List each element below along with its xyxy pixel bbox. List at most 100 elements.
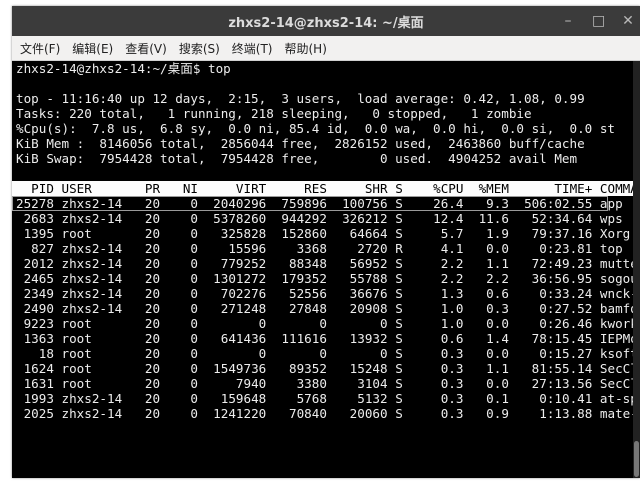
- cell-user: zhxs2-14: [53, 241, 130, 256]
- process-row: 9223 root 20 0 0 0 0 S 1.0 0.0 0:26.46 k…: [12, 316, 640, 331]
- cell-user: zhxs2-14: [53, 301, 130, 316]
- process-row: 18 root 20 0 0 0 0 S 0.3 0.0 0:15.27 kso…: [12, 346, 640, 361]
- cell-virt: 1301272: [198, 271, 267, 286]
- process-row: 1624 root 20 0 1549736 89352 15248 S 0.3…: [12, 361, 640, 376]
- header-virt: VIRT: [198, 181, 267, 196]
- cell-ni: 0: [160, 211, 199, 226]
- menu-terminal[interactable]: 终端(T): [232, 40, 273, 57]
- cell-time: 1:13.88: [508, 406, 593, 421]
- cell-s: S: [387, 331, 411, 346]
- cell-mem: 11.6: [463, 211, 509, 226]
- cell-res: 152860: [266, 226, 327, 241]
- cell-user: zhxs2-14: [53, 256, 130, 271]
- cell-pid: 9223: [16, 316, 54, 331]
- cell-pr: 20: [129, 331, 161, 346]
- menu-help[interactable]: 帮助(H): [285, 40, 327, 57]
- cell-time: 36:56.95: [508, 271, 593, 286]
- process-table: 25278 zhxs2-14 20 0 2040296 759896 10075…: [12, 196, 640, 421]
- cell-mem: 0.6: [463, 286, 509, 301]
- cell-pid: 2490: [16, 301, 54, 316]
- cell-virt: 325828: [198, 226, 267, 241]
- cell-user: root: [53, 346, 130, 361]
- cell-pr: 20: [129, 241, 161, 256]
- cell-s: S: [387, 361, 411, 376]
- cell-time: 0:15.27: [508, 346, 593, 361]
- scrollbar-thumb[interactable]: [634, 441, 639, 477]
- process-row: 827 zhxs2-14 20 0 15596 3368 2720 R 4.1 …: [12, 241, 640, 256]
- cell-s: S: [387, 406, 411, 421]
- menu-file[interactable]: 文件(F): [20, 40, 60, 57]
- cell-res: 0: [266, 316, 327, 331]
- cell-s: S: [387, 391, 411, 406]
- cell-res: 759896: [266, 196, 327, 211]
- cell-pid: 18: [16, 346, 54, 361]
- cell-shr: 3104: [326, 376, 388, 391]
- top-summary-mem: KiB Mem : 8146056 total, 2856044 free, 2…: [16, 136, 585, 151]
- cell-virt: 15596: [198, 241, 267, 256]
- cell-virt: 702276: [198, 286, 267, 301]
- cell-res: 944292: [266, 211, 327, 226]
- cell-pid: 1993: [16, 391, 54, 406]
- cell-cpu: 4.1: [410, 241, 464, 256]
- cell-cpu: 0.3: [410, 391, 464, 406]
- process-row: 25278 zhxs2-14 20 0 2040296 759896 10075…: [12, 196, 640, 211]
- cell-ni: 0: [160, 376, 199, 391]
- cell-shr: 13932: [326, 331, 388, 346]
- cell-mem: 0.9: [463, 406, 509, 421]
- cell-res: 179352: [266, 271, 327, 286]
- menu-view[interactable]: 查看(V): [125, 40, 167, 57]
- title-bar[interactable]: zhxs2-14@zhxs2-14: ~/桌面 – □ ✕: [12, 6, 640, 36]
- cell-pr: 20: [129, 226, 161, 241]
- cell-pr: 20: [129, 376, 161, 391]
- cell-pr: 20: [129, 256, 161, 271]
- process-row: 1395 root 20 0 325828 152860 64664 S 5.7…: [12, 226, 640, 241]
- cell-mem: 0.0: [463, 316, 509, 331]
- cell-user: zhxs2-14: [53, 271, 130, 286]
- cell-time: 0:10.41: [508, 391, 593, 406]
- cell-shr: 20060: [326, 406, 388, 421]
- cell-ni: 0: [160, 196, 199, 211]
- cell-virt: 0: [198, 346, 267, 361]
- cell-res: 5768: [266, 391, 327, 406]
- cell-virt: 2040296: [198, 196, 267, 211]
- cell-ni: 0: [160, 346, 199, 361]
- cell-shr: 64664: [326, 226, 388, 241]
- top-summary-swap: KiB Swap: 7954428 total, 7954428 free, 0…: [16, 151, 578, 166]
- cell-s: S: [387, 346, 411, 361]
- cell-user: zhxs2-14: [53, 196, 130, 211]
- cell-mem: 9.3: [463, 196, 509, 211]
- cell-virt: 641436: [198, 331, 267, 346]
- terminal-content[interactable]: zhxs2-14@zhxs2-14:~/桌面$ top top - 11:16:…: [12, 61, 640, 478]
- header-mem: %MEM: [463, 181, 509, 196]
- close-icon[interactable]: ✕: [622, 13, 634, 29]
- cell-time: 52:34.64: [508, 211, 593, 226]
- process-table-header: PID USER PR NI VIRT RES SHR S %CPU %MEM …: [12, 181, 640, 196]
- cell-pr: 20: [129, 196, 161, 211]
- cell-pid: 1624: [16, 361, 54, 376]
- cell-virt: 159648: [198, 391, 267, 406]
- cell-user: root: [53, 226, 130, 241]
- cell-s: S: [387, 256, 411, 271]
- cell-mem: 0.1: [463, 391, 509, 406]
- cell-s: S: [387, 301, 411, 316]
- cell-cpu: 0.3: [410, 406, 464, 421]
- cell-user: root: [53, 361, 130, 376]
- cell-mem: 1.1: [463, 361, 509, 376]
- scrollbar[interactable]: [633, 61, 640, 478]
- maximize-icon[interactable]: □: [592, 13, 605, 29]
- cell-s: S: [387, 376, 411, 391]
- cell-command: top: [592, 241, 623, 256]
- menu-search[interactable]: 搜索(S): [179, 40, 220, 57]
- header-time: TIME+: [508, 181, 593, 196]
- cell-s: S: [387, 316, 411, 331]
- cell-s: S: [387, 211, 411, 226]
- cell-pid: 2683: [16, 211, 54, 226]
- cell-pid: 2349: [16, 286, 54, 301]
- cell-pid: 1363: [16, 331, 54, 346]
- header-cpu: %CPU: [410, 181, 464, 196]
- cell-time: 0:23.81: [508, 241, 593, 256]
- minimize-icon[interactable]: –: [562, 13, 574, 29]
- menu-edit[interactable]: 编辑(E): [72, 40, 113, 57]
- cell-ni: 0: [160, 331, 199, 346]
